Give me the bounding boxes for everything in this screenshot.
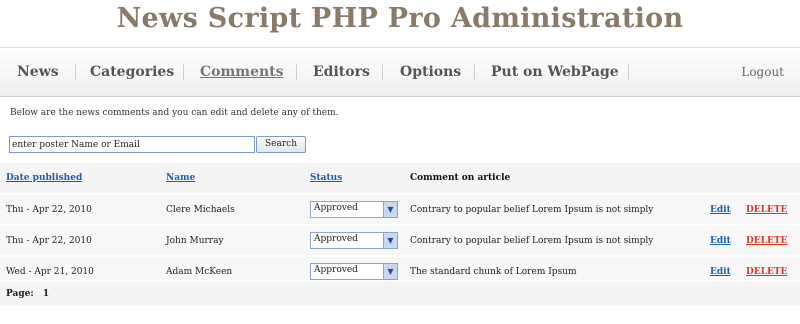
- search-button[interactable]: Search: [256, 136, 306, 153]
- row-name: Clere Michaels: [166, 204, 235, 215]
- chevron-down-icon: ▼: [383, 202, 397, 217]
- status-select[interactable]: Approved ▼: [310, 232, 398, 249]
- nav-divider: [628, 64, 629, 80]
- delete-link[interactable]: DELETE: [746, 205, 787, 215]
- sort-name[interactable]: Name: [166, 173, 195, 183]
- nav-editors[interactable]: Editors: [313, 48, 370, 96]
- table-header-row: Date published Name Status Comment on ar…: [0, 163, 800, 194]
- nav-divider: [183, 64, 184, 80]
- pager-label: Page:: [6, 289, 34, 299]
- row-date: Thu - Apr 22, 2010: [6, 204, 92, 215]
- comments-table: Date published Name Status Comment on ar…: [0, 163, 800, 286]
- row-name: John Murray: [166, 235, 224, 246]
- status-select[interactable]: Approved ▼: [310, 201, 398, 218]
- logout-link[interactable]: Logout: [741, 48, 784, 96]
- edit-link[interactable]: Edit: [710, 267, 731, 277]
- status-value: Approved: [314, 265, 358, 275]
- intro-text: Below are the news comments and you can …: [10, 108, 339, 118]
- row-date: Thu - Apr 22, 2010: [6, 235, 92, 246]
- status-value: Approved: [314, 234, 358, 244]
- page-link-1[interactable]: 1: [43, 289, 49, 299]
- table-row: Thu - Apr 22, 2010 John Murray Approved ▼…: [0, 225, 800, 256]
- nav-news[interactable]: News: [17, 48, 59, 96]
- nav-options[interactable]: Options: [400, 48, 461, 96]
- nav-divider: [382, 64, 383, 80]
- nav-put-on-webpage[interactable]: Put on WebPage: [491, 48, 619, 96]
- sort-date-published[interactable]: Date published: [6, 173, 82, 183]
- nav-divider: [75, 64, 76, 80]
- row-comment: Contrary to popular belief Lorem Ipsum i…: [410, 204, 654, 215]
- edit-link[interactable]: Edit: [710, 205, 731, 215]
- chevron-down-icon: ▼: [383, 233, 397, 248]
- edit-link[interactable]: Edit: [710, 236, 731, 246]
- nav-divider: [474, 64, 475, 80]
- delete-link[interactable]: DELETE: [746, 236, 787, 246]
- row-comment: Contrary to popular belief Lorem Ipsum i…: [410, 235, 654, 246]
- chevron-down-icon: ▼: [383, 264, 397, 279]
- page-title: News Script PHP Pro Administration: [116, 3, 684, 34]
- delete-link[interactable]: DELETE: [746, 267, 787, 277]
- sort-status[interactable]: Status: [310, 173, 342, 183]
- pagination: Page: 1: [0, 280, 800, 306]
- nav-categories[interactable]: Categories: [90, 48, 174, 96]
- search-input[interactable]: [9, 136, 255, 153]
- nav-comments[interactable]: Comments: [200, 48, 284, 96]
- comment-header: Comment on article: [410, 173, 511, 183]
- nav-divider: [296, 64, 297, 80]
- table-row: Thu - Apr 22, 2010 Clere Michaels Approv…: [0, 194, 800, 225]
- status-select[interactable]: Approved ▼: [310, 263, 398, 280]
- status-value: Approved: [314, 203, 358, 213]
- nav-bar: News Categories Comments Editors Options…: [0, 47, 800, 97]
